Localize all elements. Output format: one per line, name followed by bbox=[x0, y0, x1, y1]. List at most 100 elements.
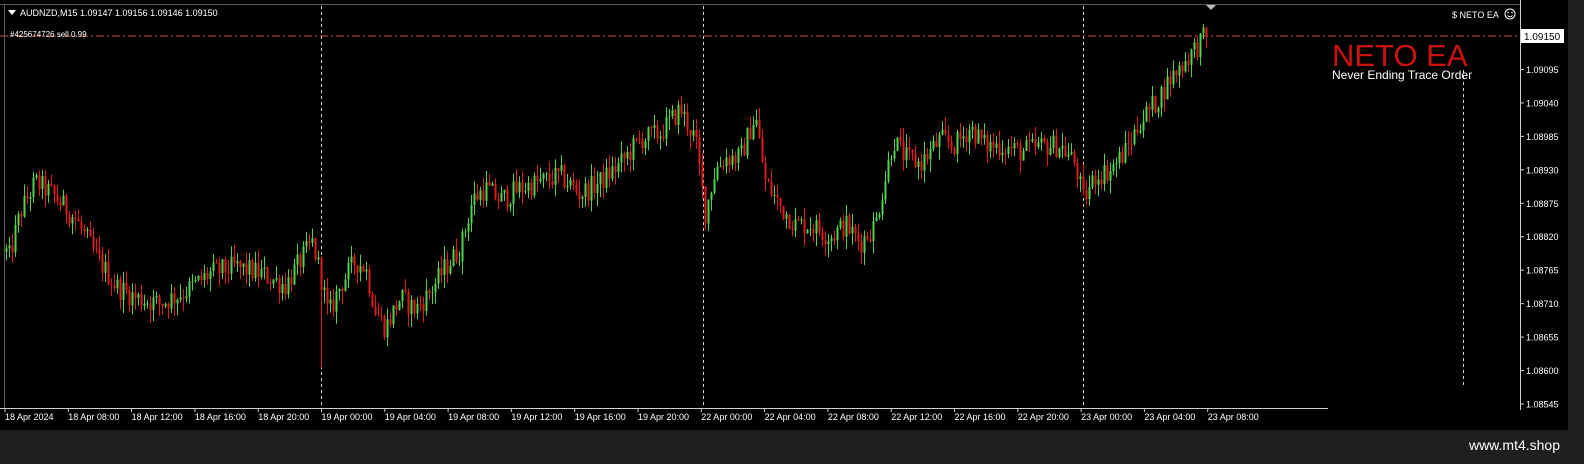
chart-frame[interactable]: 1.09095 1.09040 1.08985 1.08930 1.08875 1.088… bbox=[0, 0, 1568, 430]
symbol-info: AUDNZD,M15 1.09147 1.09156 1.09146 1.091… bbox=[20, 8, 218, 18]
candle-body bbox=[209, 271, 212, 279]
collapse-triangle-icon[interactable] bbox=[1206, 5, 1216, 10]
candle-body bbox=[686, 111, 689, 130]
x-tick-label: 23 Apr 04:00 bbox=[1144, 412, 1195, 422]
candle-body bbox=[1124, 143, 1127, 163]
x-tick-label: 19 Apr 20:00 bbox=[638, 412, 689, 422]
candle-body bbox=[416, 303, 419, 314]
candle-body bbox=[1127, 143, 1130, 145]
candle-body bbox=[1130, 144, 1133, 146]
candle-body bbox=[1118, 152, 1121, 163]
candle-body bbox=[263, 267, 266, 270]
candle-body bbox=[1034, 139, 1037, 147]
candle-body bbox=[719, 166, 722, 168]
y-tick-label: 1.08875 bbox=[1526, 199, 1559, 209]
candle-body bbox=[929, 148, 932, 160]
candle-body bbox=[515, 181, 518, 193]
candle-body bbox=[233, 256, 236, 264]
candle-body bbox=[386, 319, 389, 338]
candle-body bbox=[878, 214, 881, 218]
candle-body bbox=[986, 134, 989, 152]
candle-body bbox=[935, 140, 938, 147]
candle-body bbox=[131, 292, 134, 306]
candle-body bbox=[107, 261, 110, 285]
candle-body bbox=[596, 184, 599, 194]
candle-body bbox=[323, 287, 326, 291]
candle-body bbox=[737, 148, 740, 163]
candle-body bbox=[842, 220, 845, 237]
candle-body bbox=[5, 248, 8, 252]
candle-body bbox=[452, 249, 455, 266]
candle-body bbox=[638, 138, 641, 140]
smiley-icon[interactable] bbox=[1504, 8, 1516, 20]
candle-body bbox=[326, 287, 329, 304]
candle-body bbox=[647, 127, 650, 142]
candle-body bbox=[521, 182, 524, 192]
candle-body bbox=[725, 157, 728, 167]
candle-body bbox=[575, 184, 578, 192]
candle-body bbox=[674, 109, 677, 125]
candle-body bbox=[989, 141, 992, 152]
candle-body bbox=[731, 155, 734, 166]
y-tick-label: 1.08545 bbox=[1526, 400, 1559, 410]
candle-body bbox=[470, 204, 473, 224]
candle-body bbox=[26, 195, 29, 199]
candle-body bbox=[77, 218, 80, 222]
candle-body bbox=[1010, 146, 1013, 149]
candle-body bbox=[626, 152, 629, 159]
candle-body bbox=[287, 277, 290, 295]
candle-body bbox=[494, 183, 497, 200]
candle-body bbox=[812, 229, 815, 234]
candle-body bbox=[1073, 152, 1076, 164]
candle-body bbox=[449, 265, 452, 274]
y-tick-label: 1.08820 bbox=[1526, 232, 1559, 242]
candle-body bbox=[632, 138, 635, 160]
candle-body bbox=[1028, 140, 1031, 142]
candle-body bbox=[761, 137, 764, 163]
candle-body bbox=[170, 293, 173, 309]
candle-body bbox=[1067, 154, 1070, 157]
smiley-mouth bbox=[1507, 15, 1513, 18]
candle-body bbox=[635, 138, 638, 140]
candle-body bbox=[404, 289, 407, 292]
candle-body bbox=[395, 305, 398, 310]
candle-body bbox=[188, 281, 191, 297]
candle-body bbox=[851, 226, 854, 234]
candle-body bbox=[488, 181, 491, 186]
candle-body bbox=[20, 213, 23, 217]
candle-body bbox=[173, 293, 176, 304]
y-tick-label: 1.08710 bbox=[1526, 299, 1559, 309]
x-tick-label: 19 Apr 12:00 bbox=[511, 412, 562, 422]
x-tick-label: 23 Apr 00:00 bbox=[1081, 412, 1132, 422]
candle-body bbox=[1163, 86, 1166, 100]
candle-body bbox=[911, 149, 914, 154]
candle-body bbox=[116, 279, 119, 289]
candle-body bbox=[98, 249, 101, 255]
candle-body bbox=[758, 119, 761, 138]
candle-body bbox=[1055, 135, 1058, 157]
candle-body bbox=[221, 259, 224, 274]
candle-body bbox=[203, 273, 206, 280]
candle-body bbox=[83, 228, 86, 232]
candle-body bbox=[485, 181, 488, 201]
order-label: #425674726 sell 0.99 bbox=[10, 30, 87, 39]
candle-body bbox=[695, 130, 698, 138]
candle-body bbox=[248, 260, 251, 275]
x-tick-label: 19 Apr 00:00 bbox=[322, 412, 373, 422]
candle-body bbox=[860, 241, 863, 253]
candle-body bbox=[1076, 163, 1079, 180]
candle-body bbox=[788, 214, 791, 229]
candle-body bbox=[311, 238, 314, 244]
candle-body bbox=[353, 256, 356, 266]
dropdown-triangle-icon[interactable] bbox=[8, 10, 16, 15]
candlestick-chart[interactable]: 1.09095 1.09040 1.08985 1.08930 1.08875 1.088… bbox=[0, 0, 1568, 430]
candle-body bbox=[1052, 135, 1055, 149]
candle-body bbox=[1070, 152, 1073, 155]
candle-body bbox=[1106, 165, 1109, 181]
candle-body bbox=[713, 179, 716, 194]
candle-body bbox=[35, 175, 38, 178]
candle-body bbox=[1184, 61, 1187, 72]
candle-body bbox=[806, 229, 809, 234]
candle-body bbox=[227, 272, 230, 274]
candle-body bbox=[359, 266, 362, 273]
